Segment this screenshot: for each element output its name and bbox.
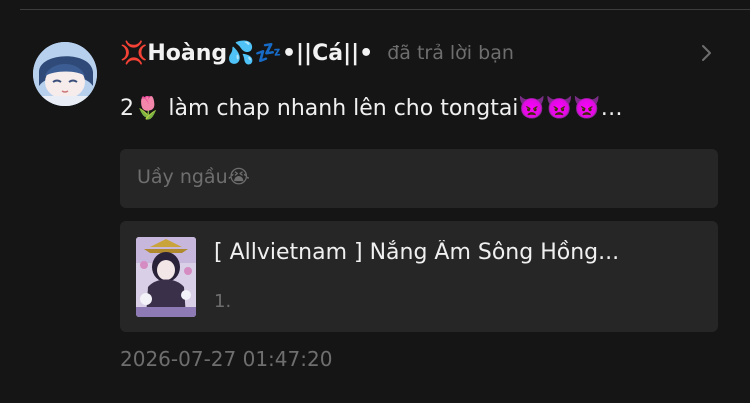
- username[interactable]: 💢Hoàng💦💤•||Cá||•: [120, 41, 373, 66]
- story-title: [ Allvietnam ] Nắng Ấm Sông Hồng...: [214, 240, 620, 265]
- story-cover-image: [136, 237, 196, 317]
- quoted-comment-text: Uầy ngầu😭: [137, 166, 250, 188]
- reply-comment: 2🌷 làm chap nhanh lên cho tongtai👿👿👿…: [120, 96, 623, 121]
- quoted-comment-box[interactable]: Uầy ngầu😭: [120, 149, 718, 208]
- story-chapter: 1.: [214, 291, 232, 312]
- timestamp: 2026-07-27 01:47:20: [120, 347, 333, 371]
- top-divider: [20, 9, 750, 10]
- story-card[interactable]: [ Allvietnam ] Nắng Ấm Sông Hồng... 1.: [120, 221, 718, 332]
- reply-action-label: đã trả lời bạn: [387, 42, 514, 64]
- reply-header: 💢Hoàng💦💤•||Cá||• đã trả lời bạn: [120, 33, 720, 73]
- chevron-right-icon[interactable]: [699, 42, 715, 64]
- avatar-image: [33, 42, 97, 106]
- avatar[interactable]: [33, 42, 97, 106]
